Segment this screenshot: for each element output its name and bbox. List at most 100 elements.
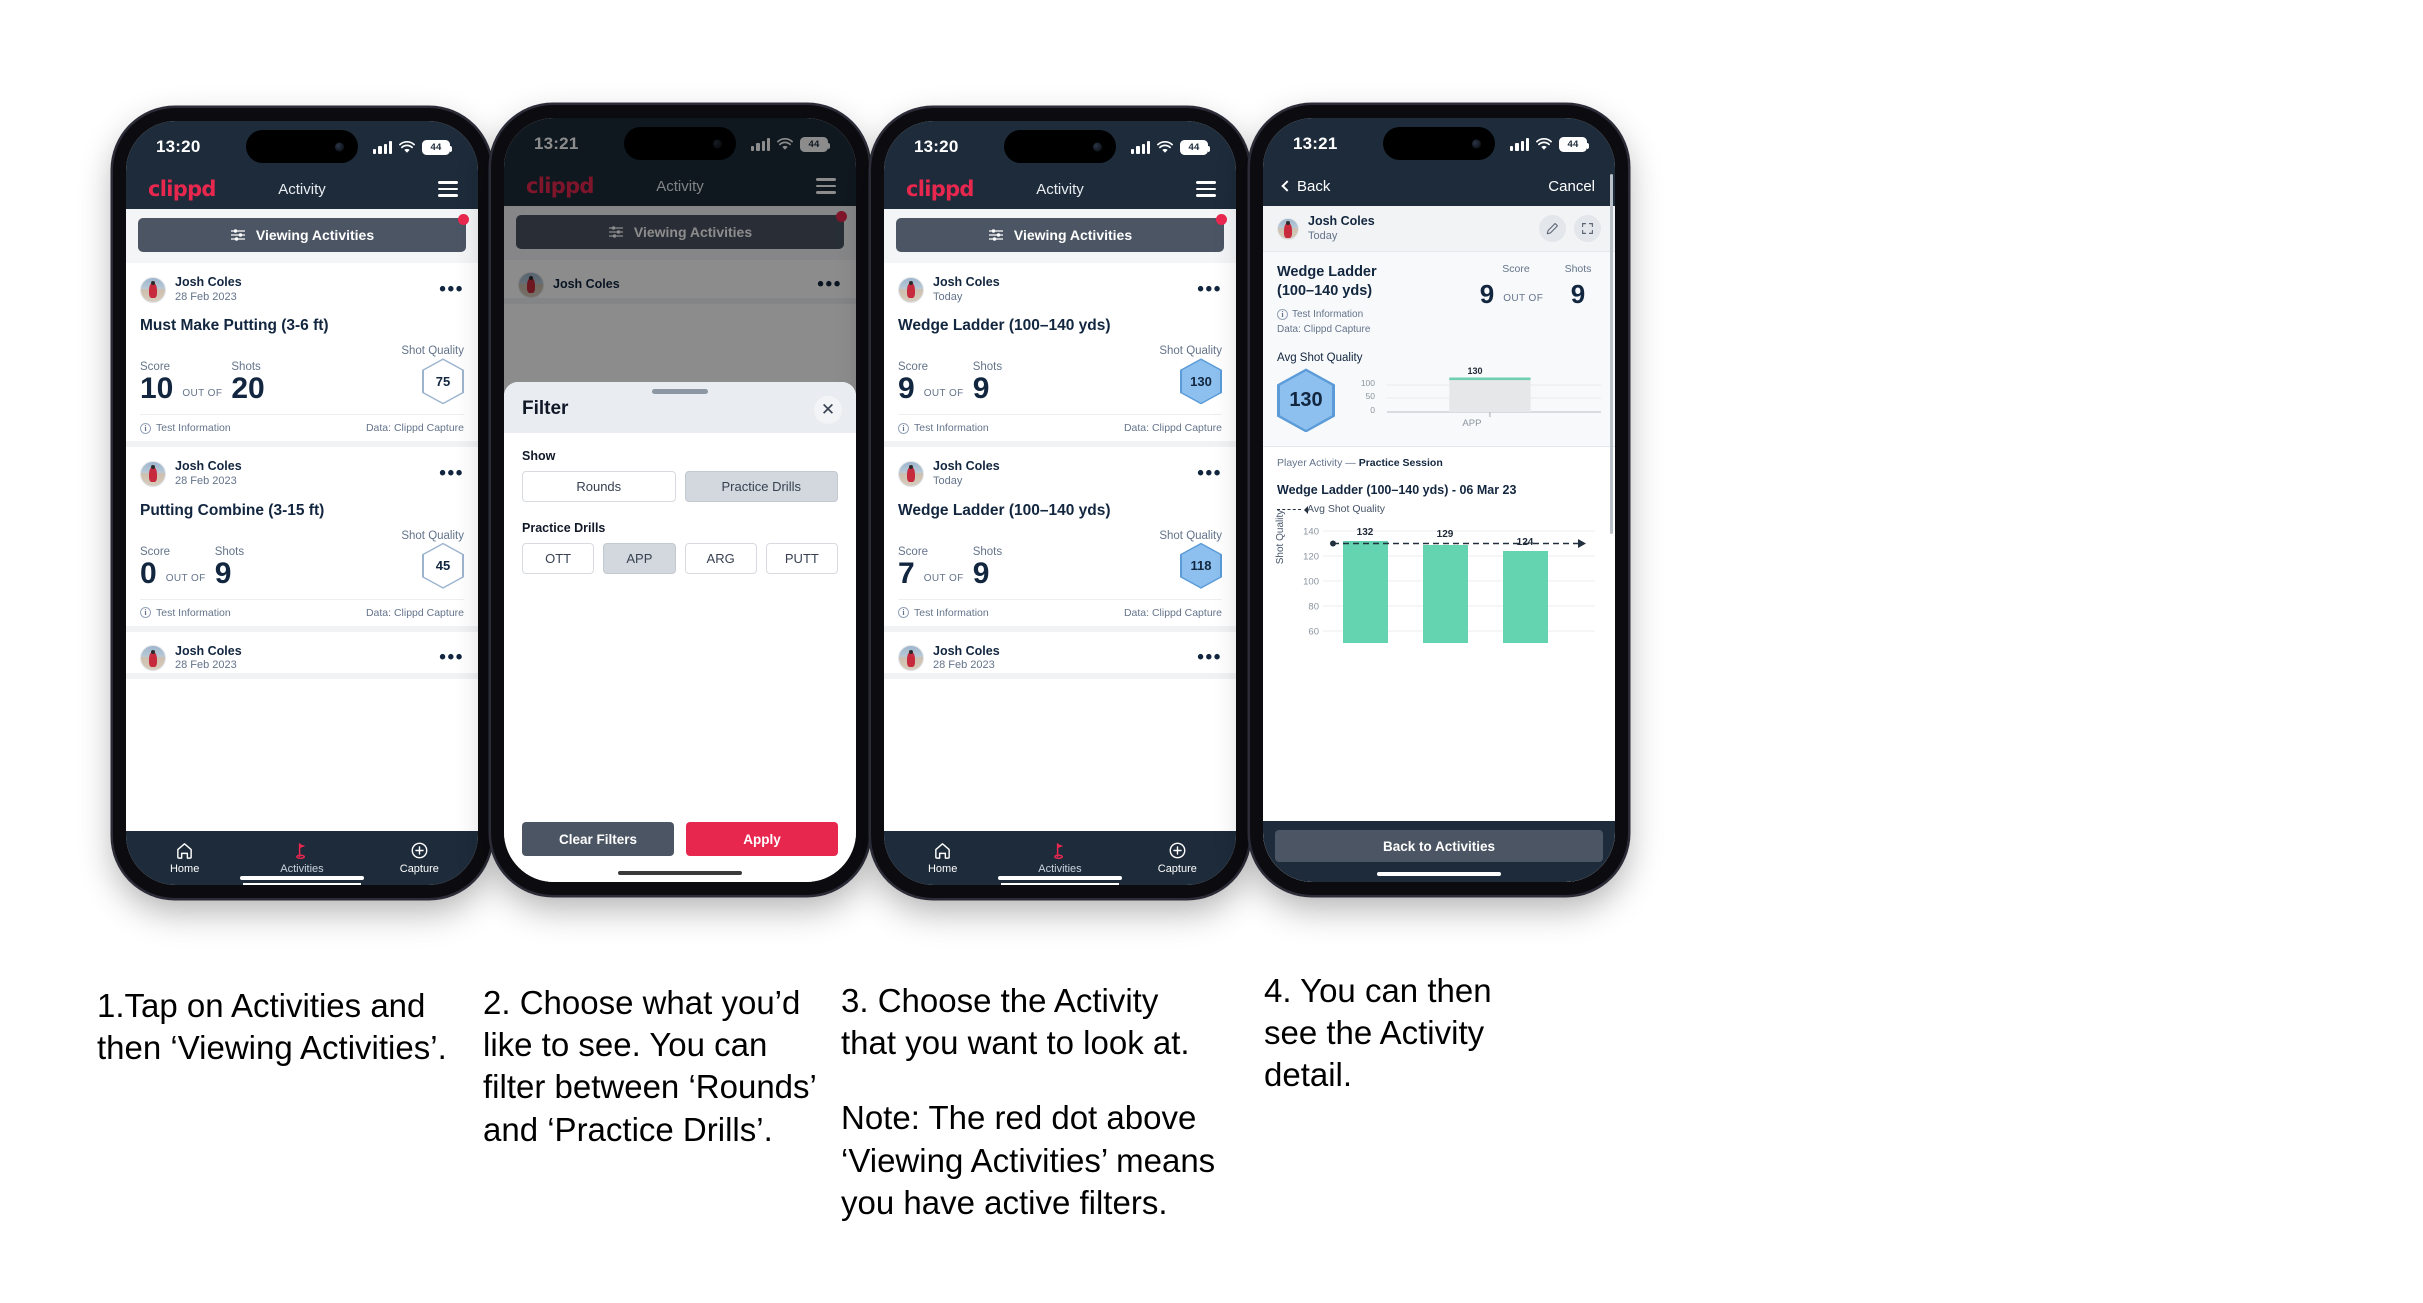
practice-drills-group: OTT APP ARG PUTT <box>522 543 838 574</box>
battery-level: 44 <box>1182 141 1206 153</box>
expand-icon[interactable] <box>1574 215 1601 243</box>
shots-label: Shots <box>972 545 1003 558</box>
activity-feed[interactable]: Josh Coles 28 Feb 2023 ••• Must Make Put… <box>126 263 478 831</box>
card-menu-icon[interactable]: ••• <box>1197 464 1222 483</box>
tab-home[interactable]: Home <box>884 831 1001 885</box>
activity-card[interactable]: Josh Coles 28 Feb 2023 ••• <box>126 631 478 680</box>
drill-chip-ott[interactable]: OTT <box>522 543 595 574</box>
card-menu-icon[interactable]: ••• <box>439 648 464 667</box>
show-option-rounds[interactable]: Rounds <box>522 471 676 502</box>
card-menu-icon[interactable]: ••• <box>1197 280 1222 299</box>
phone-3: 13:20 44 clippd Activity Viewing Activit… <box>871 108 1249 898</box>
activity-feed[interactable]: Josh Coles Today ••• Wedge Ladder (100–1… <box>884 263 1236 831</box>
sheet-body: Show Rounds Practice Drills Practice Dri… <box>504 433 856 808</box>
tab-bar: Home Activities Capture <box>884 831 1236 885</box>
drill-chip-putt[interactable]: PUTT <box>765 543 838 574</box>
svg-text:60: 60 <box>1308 627 1319 638</box>
out-of-label: OUT OF <box>165 572 206 584</box>
plus-circle-icon <box>411 842 428 859</box>
filter-sliders-icon <box>230 229 245 241</box>
activity-date: 28 Feb 2023 <box>933 659 995 672</box>
data-source-label: Data: Clippd Capture <box>1123 422 1222 435</box>
vertical-scrollbar[interactable] <box>1610 174 1613 534</box>
back-to-activities-button[interactable]: Back to Activities <box>1275 830 1603 862</box>
apply-button[interactable]: Apply <box>686 822 838 856</box>
activity-title: Wedge Ladder (100–140 yds) <box>898 317 1111 335</box>
user-name: Josh Coles <box>933 275 1000 289</box>
shots-label: Shots <box>1564 263 1592 276</box>
score-label: Score <box>1502 263 1530 276</box>
card-menu-icon[interactable]: ••• <box>439 464 464 483</box>
user-name: Josh Coles <box>933 459 1000 474</box>
phone-2: 13:21 44 clippd Activity Viewing Activit… <box>491 105 869 895</box>
viewing-activities-button[interactable]: Viewing Activities <box>896 218 1224 252</box>
player-activity-section: Player Activity — Practice Session <box>1263 446 1615 476</box>
activity-card[interactable]: Josh Coles Today ••• Wedge Ladder (100–1… <box>884 263 1236 448</box>
home-icon <box>935 843 951 859</box>
wifi-icon <box>1157 140 1173 154</box>
activity-title: Putting Combine (3-15 ft) <box>140 501 325 519</box>
status-time: 13:20 <box>914 137 959 156</box>
score-value: 9 <box>1479 279 1495 310</box>
tab-capture[interactable]: Capture <box>1119 831 1236 885</box>
detail-meta: i Test Information Data: Clippd Capture <box>1277 307 1377 337</box>
close-icon[interactable]: ✕ <box>814 396 842 424</box>
card-footer: i Test Information Data: Clippd Capture <box>898 414 1222 441</box>
activity-card[interactable]: Josh Coles 28 Feb 2023 ••• Putting Combi… <box>126 447 478 632</box>
svg-text:132: 132 <box>1357 527 1374 538</box>
activity-card[interactable]: Josh Coles Today ••• Wedge Ladder (100–1… <box>884 447 1236 632</box>
svg-text:100: 100 <box>1303 577 1319 588</box>
tab-capture-label: Capture <box>399 863 439 875</box>
shot-quality-value: 45 <box>435 558 451 574</box>
detail-user-bar: Josh Coles Today <box>1263 206 1615 253</box>
detail-nav-bar: Back Cancel <box>1263 166 1615 206</box>
info-icon: i <box>140 607 151 619</box>
avatar <box>1277 217 1299 240</box>
player-activity-prefix: Player Activity — <box>1277 457 1359 470</box>
hamburger-menu-icon[interactable] <box>438 181 458 197</box>
drill-chip-arg[interactable]: ARG <box>684 543 757 574</box>
detail-footer: Back to Activities <box>1263 821 1615 882</box>
avatar <box>140 461 166 488</box>
svg-text:140: 140 <box>1303 527 1319 538</box>
legend-label: Avg Shot Quality <box>1307 503 1386 516</box>
shots-value: 9 <box>972 556 990 590</box>
info-icon: i <box>140 422 151 434</box>
hamburger-menu-icon[interactable] <box>1196 181 1216 197</box>
pencil-icon[interactable] <box>1539 215 1566 243</box>
viewing-activities-label: Viewing Activities <box>1013 227 1133 243</box>
caption-4: 4. You can then see the Activity detail. <box>1264 970 1624 1097</box>
show-label: Show <box>522 449 556 463</box>
tab-capture[interactable]: Capture <box>361 831 478 885</box>
card-menu-icon[interactable]: ••• <box>1197 648 1222 667</box>
chart-svg: 140 120 100 80 60 132 129 124 <box>1303 527 1595 644</box>
caption-2: 2. Choose what you’d like to see. You ca… <box>483 982 883 1151</box>
filter-band: Viewing Activities <box>884 209 1236 263</box>
show-option-practice-drills[interactable]: Practice Drills <box>684 471 838 502</box>
shot-quality-hexagon: 130 <box>1180 358 1222 405</box>
golf-flag-icon <box>296 843 306 860</box>
viewing-activities-button[interactable]: Viewing Activities <box>138 218 466 252</box>
tab-bar: Home Activities Capture <box>126 831 478 885</box>
drill-chip-app[interactable]: APP <box>603 543 676 574</box>
score-label: Score <box>140 545 171 558</box>
sheet-drag-handle[interactable] <box>652 389 708 394</box>
tab-home[interactable]: Home <box>126 831 243 885</box>
wifi-icon <box>399 140 415 154</box>
active-filter-dot <box>458 214 469 225</box>
card-menu-icon[interactable]: ••• <box>439 280 464 299</box>
cancel-button[interactable]: Cancel <box>1548 178 1595 195</box>
mini-chart-xtick-app: APP <box>1462 418 1482 430</box>
activity-card[interactable]: Josh Coles 28 Feb 2023 ••• Must Make Put… <box>126 263 478 448</box>
activity-card[interactable]: Josh Coles 28 Feb 2023 ••• <box>884 631 1236 680</box>
back-button[interactable]: Back <box>1281 178 1330 195</box>
clear-filters-button[interactable]: Clear Filters <box>522 822 674 856</box>
viewing-activities-label: Viewing Activities <box>255 227 375 243</box>
out-of-label: OUT OF <box>923 388 964 400</box>
show-segment-group: Rounds Practice Drills <box>522 471 838 502</box>
activity-title: Wedge Ladder (100–140 yds) <box>898 501 1111 519</box>
page-title: Activity <box>1036 180 1084 198</box>
data-source-label: Data: Clippd Capture <box>365 606 464 619</box>
tab-activities-label: Activities <box>1038 863 1082 875</box>
phone-4-screen: 13:21 44 Back Cancel Josh Coles Today We… <box>1263 118 1615 882</box>
